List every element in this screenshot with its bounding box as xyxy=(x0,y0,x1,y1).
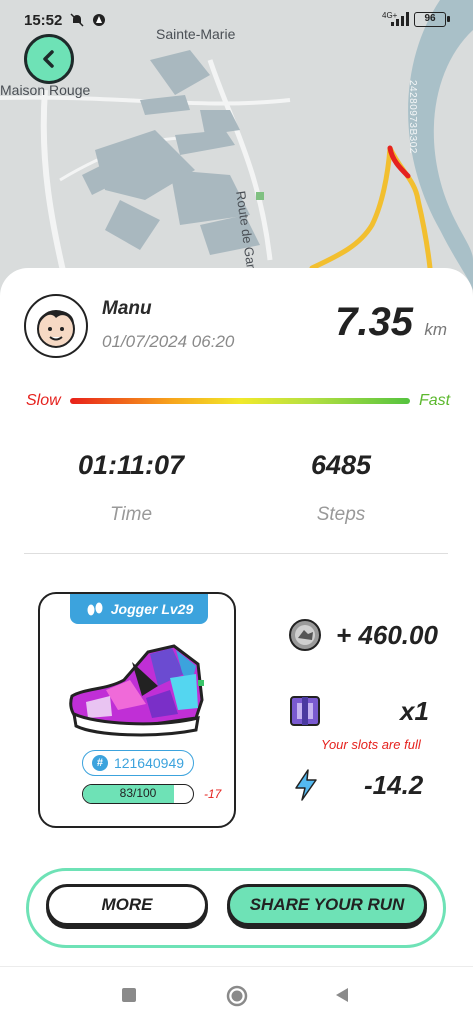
map-graphic xyxy=(0,0,473,300)
share-run-button[interactable]: SHARE YOUR RUN xyxy=(227,884,427,926)
run-duration: 01:11:07 xyxy=(77,450,185,480)
battery-indicator: 96 xyxy=(414,12,450,27)
run-distance: 7.35 xyxy=(335,300,413,344)
avatar-face-icon xyxy=(37,310,75,348)
route-map[interactable]: Sainte-Marie Maison Rouge Route de Garch… xyxy=(0,0,473,300)
duration-label: Time xyxy=(109,504,153,525)
coin-icon xyxy=(289,619,321,651)
back-nav-icon[interactable] xyxy=(334,987,350,1003)
durability-value: 83/100 xyxy=(119,786,157,800)
back-button[interactable] xyxy=(24,34,74,84)
mute-icon xyxy=(70,13,84,27)
hash-icon: # xyxy=(91,755,108,771)
speed-fast-label: Fast xyxy=(419,392,451,409)
speed-slow-label: Slow xyxy=(26,392,61,409)
sneaker-card[interactable]: Jogger Lv29 # 121640949 83/100 -17 xyxy=(38,592,236,828)
run-datetime: 01/07/2024 06:20 xyxy=(102,332,235,351)
sneaker-id: 121640949 xyxy=(113,755,185,771)
mystery-box-count: x1 xyxy=(400,696,429,726)
run-summary-card: Manu 01/07/2024 06:20 7.35 km Slow Fast … xyxy=(0,268,473,980)
distance-unit: km xyxy=(424,320,447,339)
durability-bar: 83/100 xyxy=(82,784,194,804)
notification-icon xyxy=(93,14,105,26)
recents-icon[interactable] xyxy=(121,987,137,1003)
home-icon[interactable] xyxy=(226,985,248,1007)
steps-label: Steps xyxy=(316,504,366,525)
durability-loss: -17 xyxy=(204,787,222,801)
sneaker-badge-label: Jogger Lv29 xyxy=(110,601,194,617)
signal-icon xyxy=(391,12,409,26)
footprints-icon xyxy=(87,602,103,616)
sneaker-level-badge: Jogger Lv29 xyxy=(70,594,208,624)
action-bar: MORE SHARE YOUR RUN xyxy=(26,868,446,948)
more-button[interactable]: MORE xyxy=(46,884,208,926)
status-time: 15:52 xyxy=(24,12,63,29)
sneaker-id-chip: # 121640949 xyxy=(82,750,194,776)
chevron-left-icon xyxy=(43,50,54,68)
mystery-box-icon xyxy=(290,696,320,726)
map-label-river-code: 24280973B302 xyxy=(407,80,418,154)
system-nav-bar xyxy=(0,966,473,1024)
divider xyxy=(24,553,448,554)
coin-reward: + 460.00 xyxy=(336,620,438,650)
energy-bolt-icon xyxy=(295,769,317,801)
run-steps: 6485 xyxy=(310,450,372,480)
map-label-place: Maison Rouge xyxy=(0,82,91,98)
sneaker-image xyxy=(69,644,204,737)
speed-gradient-bar xyxy=(70,398,410,404)
avatar[interactable] xyxy=(24,294,88,358)
slots-full-message: Your slots are full xyxy=(321,737,421,752)
energy-change: -14.2 xyxy=(364,770,424,800)
status-bar: 15:52 4G+ 96 xyxy=(0,0,473,40)
user-name: Manu xyxy=(102,298,152,319)
